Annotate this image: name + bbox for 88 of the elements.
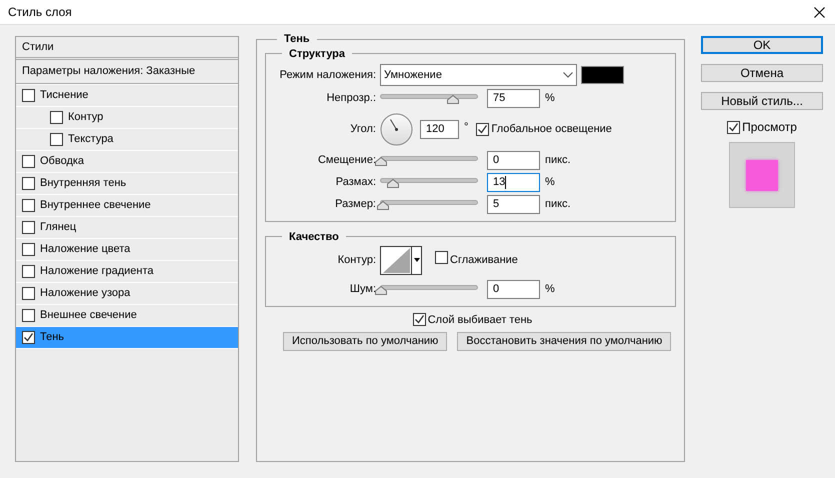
contour-curve-icon (381, 246, 411, 274)
number-field[interactable]: 75 (487, 88, 540, 108)
style-label: Наложение градиента (40, 264, 154, 280)
checkbox[interactable] (22, 221, 35, 234)
blending-options-item[interactable]: Параметры наложения: Заказные (16, 60, 238, 84)
checkbox[interactable] (22, 331, 35, 344)
unit-label: пикс. (545, 152, 571, 168)
style-list-item[interactable]: Внутреннее свечение (16, 194, 238, 216)
number-field[interactable]: 13 (487, 172, 540, 192)
caret-icon (414, 258, 420, 262)
number-field[interactable]: 5 (487, 194, 540, 214)
style-list-item[interactable]: Тиснение (16, 84, 238, 106)
style-label: Контур (68, 110, 104, 126)
checkbox[interactable] (412, 313, 426, 326)
contour-picker[interactable] (380, 246, 422, 274)
angle-dial[interactable] (380, 112, 413, 146)
field-label: Размер: (334, 196, 377, 212)
style-label: Внутренняя тень (40, 176, 126, 192)
field-label: Контур: (336, 252, 377, 268)
field-label: Угол: (349, 122, 377, 137)
slider-thumb[interactable] (447, 94, 459, 104)
style-label: Внутреннее свечение (40, 198, 151, 214)
checkbox[interactable] (22, 309, 35, 322)
checkbox[interactable] (22, 89, 35, 102)
style-list-item[interactable]: Наложение цвета (16, 238, 238, 260)
checkbox-label: Сглаживание (450, 252, 518, 268)
unit-label: % (545, 174, 555, 190)
checkbox[interactable] (22, 265, 35, 278)
checkbox-label: Слой выбивает тень (428, 312, 532, 328)
field-label: Размах: (334, 174, 377, 190)
style-list-item[interactable]: Контур (16, 106, 238, 128)
slider-thumb[interactable] (375, 286, 387, 294)
style-label: Наложение узора (40, 286, 130, 302)
checkbox[interactable] (476, 122, 490, 136)
styles-header: Стили (16, 37, 238, 60)
number-field[interactable]: 120 (420, 120, 459, 138)
dialog-button[interactable]: OK (701, 36, 823, 54)
default-button[interactable]: Восстановить значения по умолчанию (457, 332, 672, 351)
checkbox[interactable] (22, 177, 35, 190)
color-swatch[interactable] (581, 66, 624, 84)
panel-title: Тень (283, 32, 311, 47)
unit-label: % (545, 282, 555, 297)
slider-thumb[interactable] (375, 156, 387, 166)
slider-thumb[interactable] (376, 200, 389, 210)
style-list-item[interactable]: Наложение градиента (16, 260, 238, 282)
slider-thumb[interactable] (387, 178, 400, 188)
style-label: Тень (40, 330, 64, 346)
field-label: Шум: (348, 282, 377, 297)
style-label: Текстура (68, 132, 114, 148)
dialog-button[interactable]: Новый стиль... (701, 92, 823, 110)
close-icon[interactable] (814, 6, 825, 18)
checkbox[interactable] (50, 133, 63, 146)
chevron-down-icon (563, 72, 573, 78)
default-button[interactable]: Использовать по умолчанию (283, 332, 448, 351)
checkbox[interactable] (727, 120, 740, 134)
field-label: Смещение: (316, 152, 377, 168)
group-title: Структура (288, 46, 346, 62)
style-list-item[interactable]: Внутренняя тень (16, 172, 238, 194)
blend-mode-dropdown[interactable]: Умножение (380, 64, 577, 86)
checkbox-label: Просмотр (742, 119, 797, 136)
style-label: Глянец (40, 220, 76, 236)
style-label: Наложение цвета (40, 242, 130, 258)
style-list-item[interactable]: Текстура (16, 128, 238, 150)
checkbox[interactable] (22, 287, 35, 300)
style-list-item[interactable]: Наложение узора (16, 282, 238, 304)
dialog-button[interactable]: Отмена (701, 64, 823, 82)
field-label: Непрозр.: (326, 90, 377, 106)
field-label: Режим наложения: (278, 68, 377, 83)
unit-label: пикс. (545, 196, 571, 212)
window-title: Стиль слоя (8, 4, 72, 21)
checkbox[interactable] (22, 155, 35, 168)
unit-label: % (545, 90, 555, 106)
number-field[interactable]: 0 (487, 150, 540, 170)
checkbox[interactable] (50, 111, 63, 124)
preview-square (746, 160, 778, 190)
group-title: Качество (288, 230, 340, 244)
style-label: Обводка (40, 154, 84, 170)
checkbox-label: Глобальное освещение (491, 122, 612, 137)
style-list-item[interactable]: Глянец (16, 216, 238, 238)
checkbox[interactable] (22, 199, 35, 212)
number-field[interactable]: 0 (487, 280, 540, 298)
checkbox[interactable] (435, 251, 448, 264)
checkbox[interactable] (22, 243, 35, 256)
unit-label: ° (464, 120, 468, 135)
style-label: Тиснение (40, 88, 88, 104)
style-list-item[interactable]: Обводка (16, 150, 238, 172)
style-list-item[interactable]: Тень (16, 326, 238, 348)
style-label: Внешнее свечение (40, 308, 137, 324)
